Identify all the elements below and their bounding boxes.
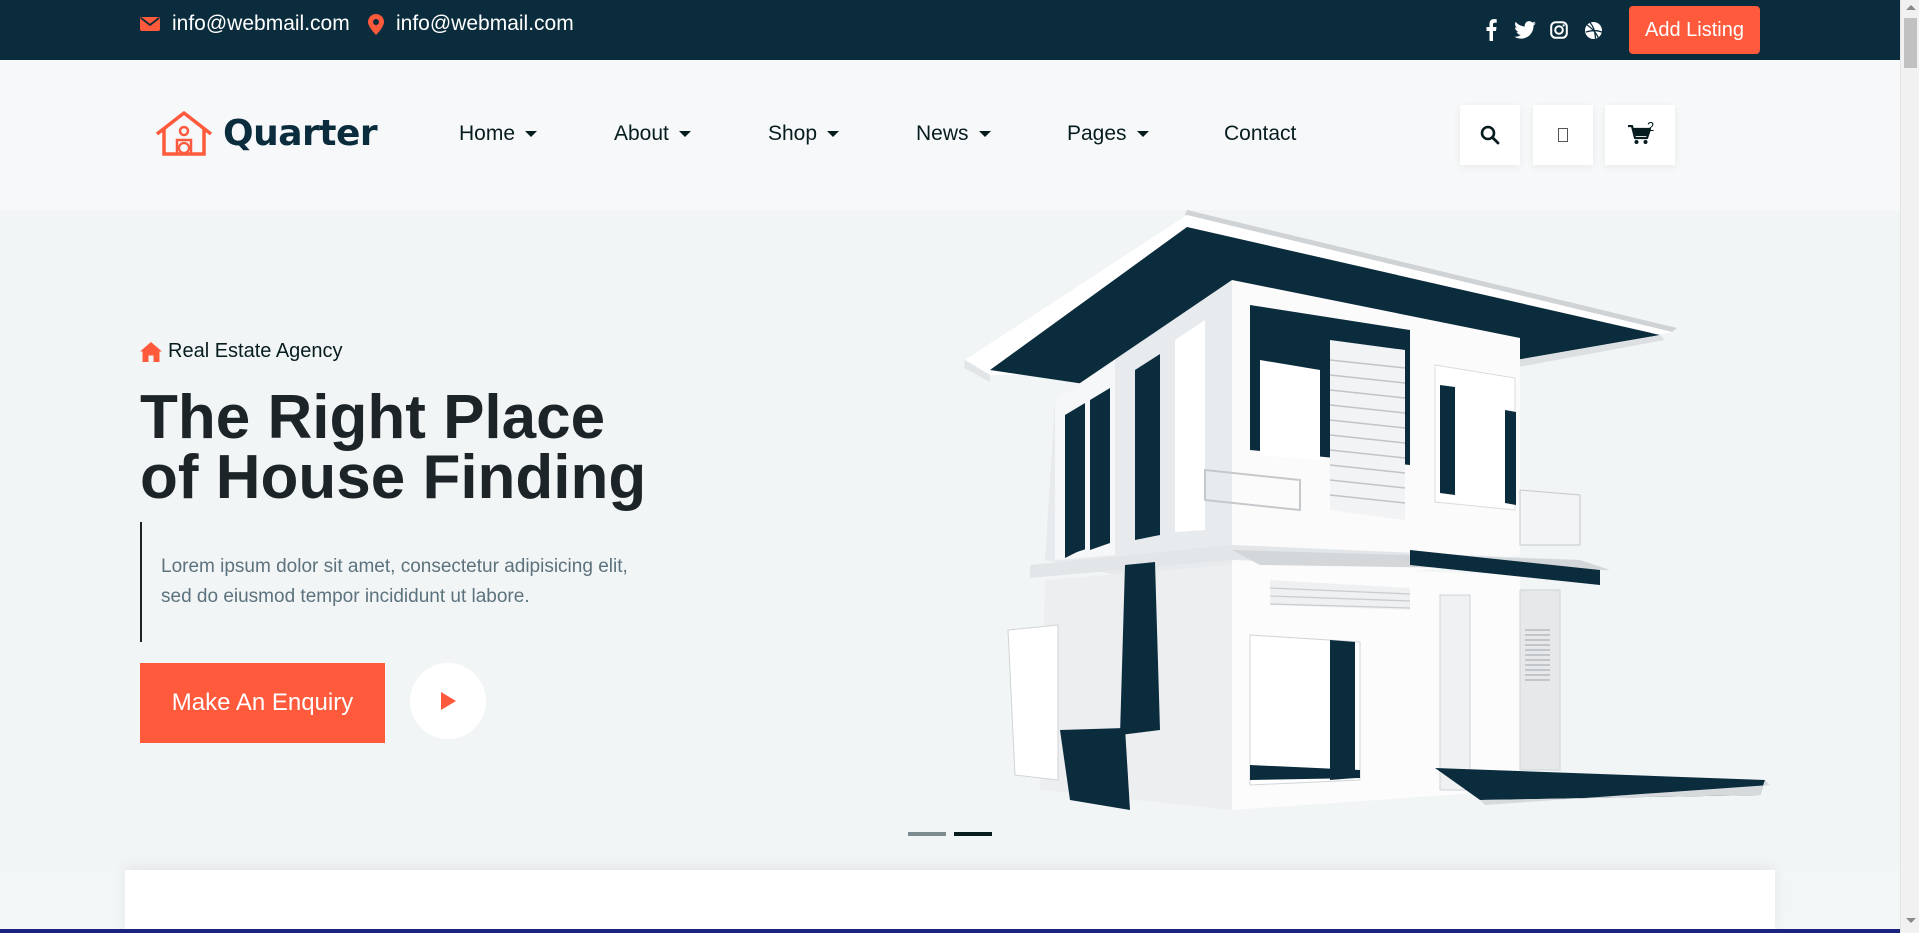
vertical-scrollbar[interactable] <box>1900 0 1919 933</box>
nav-home[interactable]: Home <box>459 122 538 146</box>
user-icon <box>1558 128 1568 142</box>
nav-pages-label: Pages <box>1067 122 1127 145</box>
cart-button[interactable]: 2 <box>1605 105 1675 165</box>
nav-shop[interactable]: Shop <box>768 122 840 146</box>
instagram-icon[interactable] <box>1542 18 1576 42</box>
caret-down-icon <box>678 131 691 137</box>
search-filter-card <box>125 870 1775 933</box>
topbar-location-text: info@webmail.com <box>396 12 574 35</box>
scrollbar-thumb[interactable] <box>1904 18 1917 68</box>
house-illustration <box>964 210 1770 810</box>
nav-contact-label: Contact <box>1224 122 1297 145</box>
add-listing-button[interactable]: Add Listing <box>1629 6 1760 54</box>
video-play-button[interactable] <box>410 663 486 739</box>
hero-slider: Real Estate Agency The Right Place of Ho… <box>0 210 1900 870</box>
logo-text: Quarter <box>223 112 378 154</box>
top-bar: info@webmail.com info@webmail.com Add Li… <box>0 0 1900 60</box>
hero-description: Lorem ipsum dolor sit amet, consectetur … <box>140 522 700 642</box>
cart-count-badge: 2 <box>1647 119 1655 134</box>
twitter-icon[interactable] <box>1508 18 1542 42</box>
nav-shop-label: Shop <box>768 122 818 145</box>
nav-about[interactable]: About <box>614 122 691 146</box>
nav-contact[interactable]: Contact <box>1224 122 1296 146</box>
hero-title: The Right Place of House Finding <box>140 383 647 512</box>
home-icon <box>140 341 162 362</box>
caret-down-icon <box>1136 131 1149 137</box>
hero-subtitle: Real Estate Agency <box>140 340 343 363</box>
scroll-down-icon[interactable] <box>1906 918 1916 923</box>
slider-dot-active[interactable] <box>954 832 992 836</box>
search-button[interactable] <box>1460 105 1520 165</box>
scroll-up-icon[interactable] <box>1906 5 1916 10</box>
main-header: Quarter Home About Shop News Pages Conta… <box>0 60 1900 210</box>
site-logo[interactable]: Quarter <box>155 110 378 156</box>
play-icon <box>441 692 456 710</box>
topbar-email[interactable]: info@webmail.com <box>140 12 350 36</box>
nav-pages[interactable]: Pages <box>1067 122 1149 146</box>
search-icon <box>1480 125 1500 145</box>
nav-news-label: News <box>916 122 969 145</box>
nav-about-label: About <box>614 122 669 145</box>
nav-news[interactable]: News <box>916 122 991 146</box>
map-marker-icon <box>368 13 384 35</box>
make-enquiry-button[interactable]: Make An Enquiry <box>140 663 385 743</box>
caret-down-icon <box>978 131 991 137</box>
envelope-icon <box>140 17 160 31</box>
social-links <box>1474 18 1610 42</box>
slider-dot[interactable] <box>908 832 946 836</box>
user-button[interactable] <box>1533 105 1593 165</box>
caret-down-icon <box>827 131 840 137</box>
hero-subtitle-text: Real Estate Agency <box>168 340 343 362</box>
dribbble-icon[interactable] <box>1576 18 1610 42</box>
topbar-location[interactable]: info@webmail.com <box>368 12 574 36</box>
facebook-icon[interactable] <box>1474 18 1508 42</box>
house-logo-icon <box>155 111 213 156</box>
nav-home-label: Home <box>459 122 516 145</box>
caret-down-icon <box>525 131 538 137</box>
slider-pagination <box>908 832 1000 836</box>
topbar-email-text: info@webmail.com <box>172 12 350 35</box>
page-bottom-edge <box>0 929 1900 933</box>
